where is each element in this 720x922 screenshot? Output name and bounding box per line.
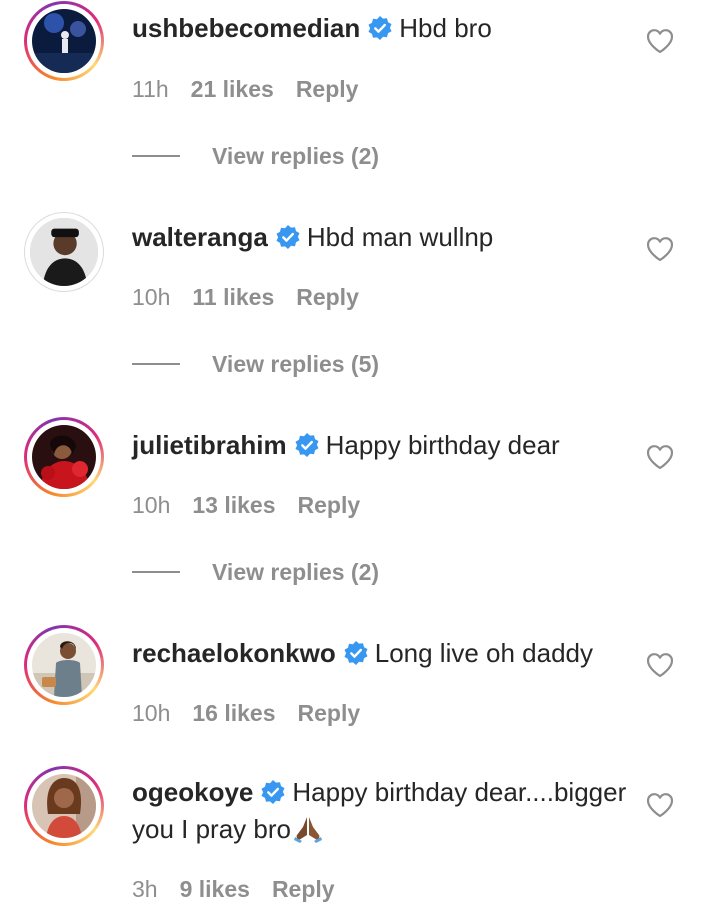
comment-time: 11h	[132, 76, 169, 102]
avatar-photo	[32, 633, 96, 697]
verified-badge-icon	[294, 432, 320, 458]
view-replies-button[interactable]: View replies (2)	[132, 559, 379, 586]
comment-meta: 3h 9 likes Reply	[132, 876, 357, 903]
comment-body: Hbd man wullnp	[306, 222, 494, 252]
comment-text-line: ogeokoye Happy birthday dear....bigger yo…	[132, 774, 652, 848]
view-replies-label: View replies (2)	[212, 143, 380, 169]
view-replies-button[interactable]: View replies (2)	[132, 143, 379, 170]
avatar-photo	[30, 218, 98, 286]
comment-body: Happy birthday dear	[325, 430, 560, 460]
verified-badge-icon	[367, 15, 393, 41]
avatar-photo	[32, 425, 96, 489]
divider-line	[132, 571, 180, 573]
heart-outline-icon[interactable]	[646, 444, 674, 470]
comment-text-line: walteranga Hbd man wullnp	[132, 219, 652, 256]
reply-button[interactable]: Reply	[298, 492, 361, 518]
avatar[interactable]	[24, 212, 104, 292]
comment-text-line: julietibrahim Happy birthday dear	[132, 427, 652, 464]
comment-time: 10h	[132, 700, 171, 726]
avatar-photo	[32, 774, 96, 838]
comment-username[interactable]: ogeokoye	[132, 777, 253, 807]
reply-button[interactable]: Reply	[296, 76, 359, 102]
comment-text-line: ushbebecomedian Hbd bro	[132, 10, 652, 47]
heart-outline-icon[interactable]	[646, 28, 674, 54]
reply-button[interactable]: Reply	[272, 876, 335, 902]
comment-time: 10h	[132, 284, 171, 310]
verified-badge-icon	[260, 779, 286, 805]
verified-badge-icon	[343, 640, 369, 666]
heart-outline-icon[interactable]	[646, 236, 674, 262]
comment-likes[interactable]: 21 likes	[191, 76, 274, 102]
view-replies-label: View replies (2)	[212, 559, 380, 585]
comment-meta: 10h 16 likes Reply	[132, 700, 382, 727]
reply-button[interactable]: Reply	[298, 700, 361, 726]
comment-likes[interactable]: 11 likes	[192, 284, 274, 310]
view-replies-label: View replies (5)	[212, 351, 380, 377]
divider-line	[132, 363, 180, 365]
folded-hands-emoji	[293, 813, 323, 843]
comment-time: 10h	[132, 492, 171, 518]
comment-body: Hbd bro	[399, 13, 492, 43]
comment-likes[interactable]: 13 likes	[192, 492, 275, 518]
divider-line	[132, 155, 180, 157]
comment-username[interactable]: ushbebecomedian	[132, 13, 360, 43]
comment-text-line: rechaelokonkwo Long live oh daddy	[132, 635, 652, 672]
avatar[interactable]	[24, 625, 104, 705]
avatar[interactable]	[24, 1, 104, 81]
heart-outline-icon[interactable]	[646, 652, 674, 678]
comment-username[interactable]: rechaelokonkwo	[132, 638, 336, 668]
comment-likes[interactable]: 9 likes	[180, 876, 250, 902]
comment-meta: 11h 21 likes Reply	[132, 76, 380, 103]
comment-meta: 10h 13 likes Reply	[132, 492, 382, 519]
comment-username[interactable]: walteranga	[132, 222, 268, 252]
verified-badge-icon	[275, 224, 301, 250]
avatar-photo	[32, 9, 96, 73]
comment-username[interactable]: julietibrahim	[132, 430, 287, 460]
heart-outline-icon[interactable]	[646, 792, 674, 818]
comment-likes[interactable]: 16 likes	[192, 700, 275, 726]
avatar[interactable]	[24, 766, 104, 846]
comment-meta: 10h 11 likes Reply	[132, 284, 381, 311]
comment-time: 3h	[132, 876, 158, 902]
view-replies-button[interactable]: View replies (5)	[132, 351, 379, 378]
avatar[interactable]	[24, 417, 104, 497]
comment-body: Long live oh daddy	[374, 638, 594, 668]
reply-button[interactable]: Reply	[296, 284, 359, 310]
